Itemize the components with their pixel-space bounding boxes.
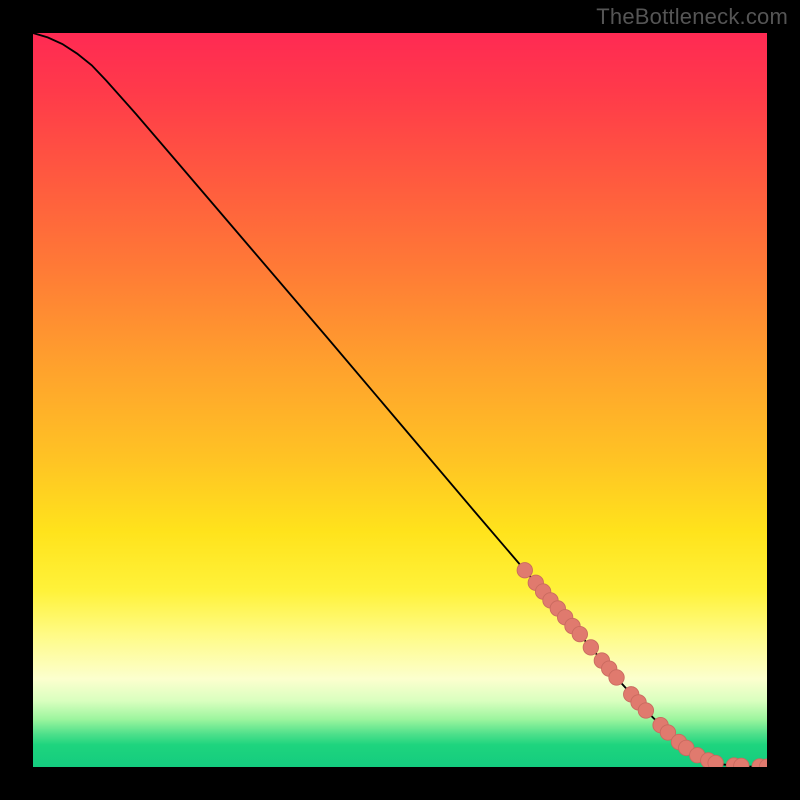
data-marker [708,755,723,767]
curve-line [33,33,767,767]
data-marker [609,670,624,685]
data-marker [572,626,587,641]
chart-frame: TheBottleneck.com [0,0,800,800]
watermark-text: TheBottleneck.com [596,4,788,30]
plot-area [33,33,767,767]
data-marker [583,640,598,655]
markers-group [517,563,767,767]
data-marker [638,703,653,718]
data-marker [517,563,532,578]
plot-svg [33,33,767,767]
